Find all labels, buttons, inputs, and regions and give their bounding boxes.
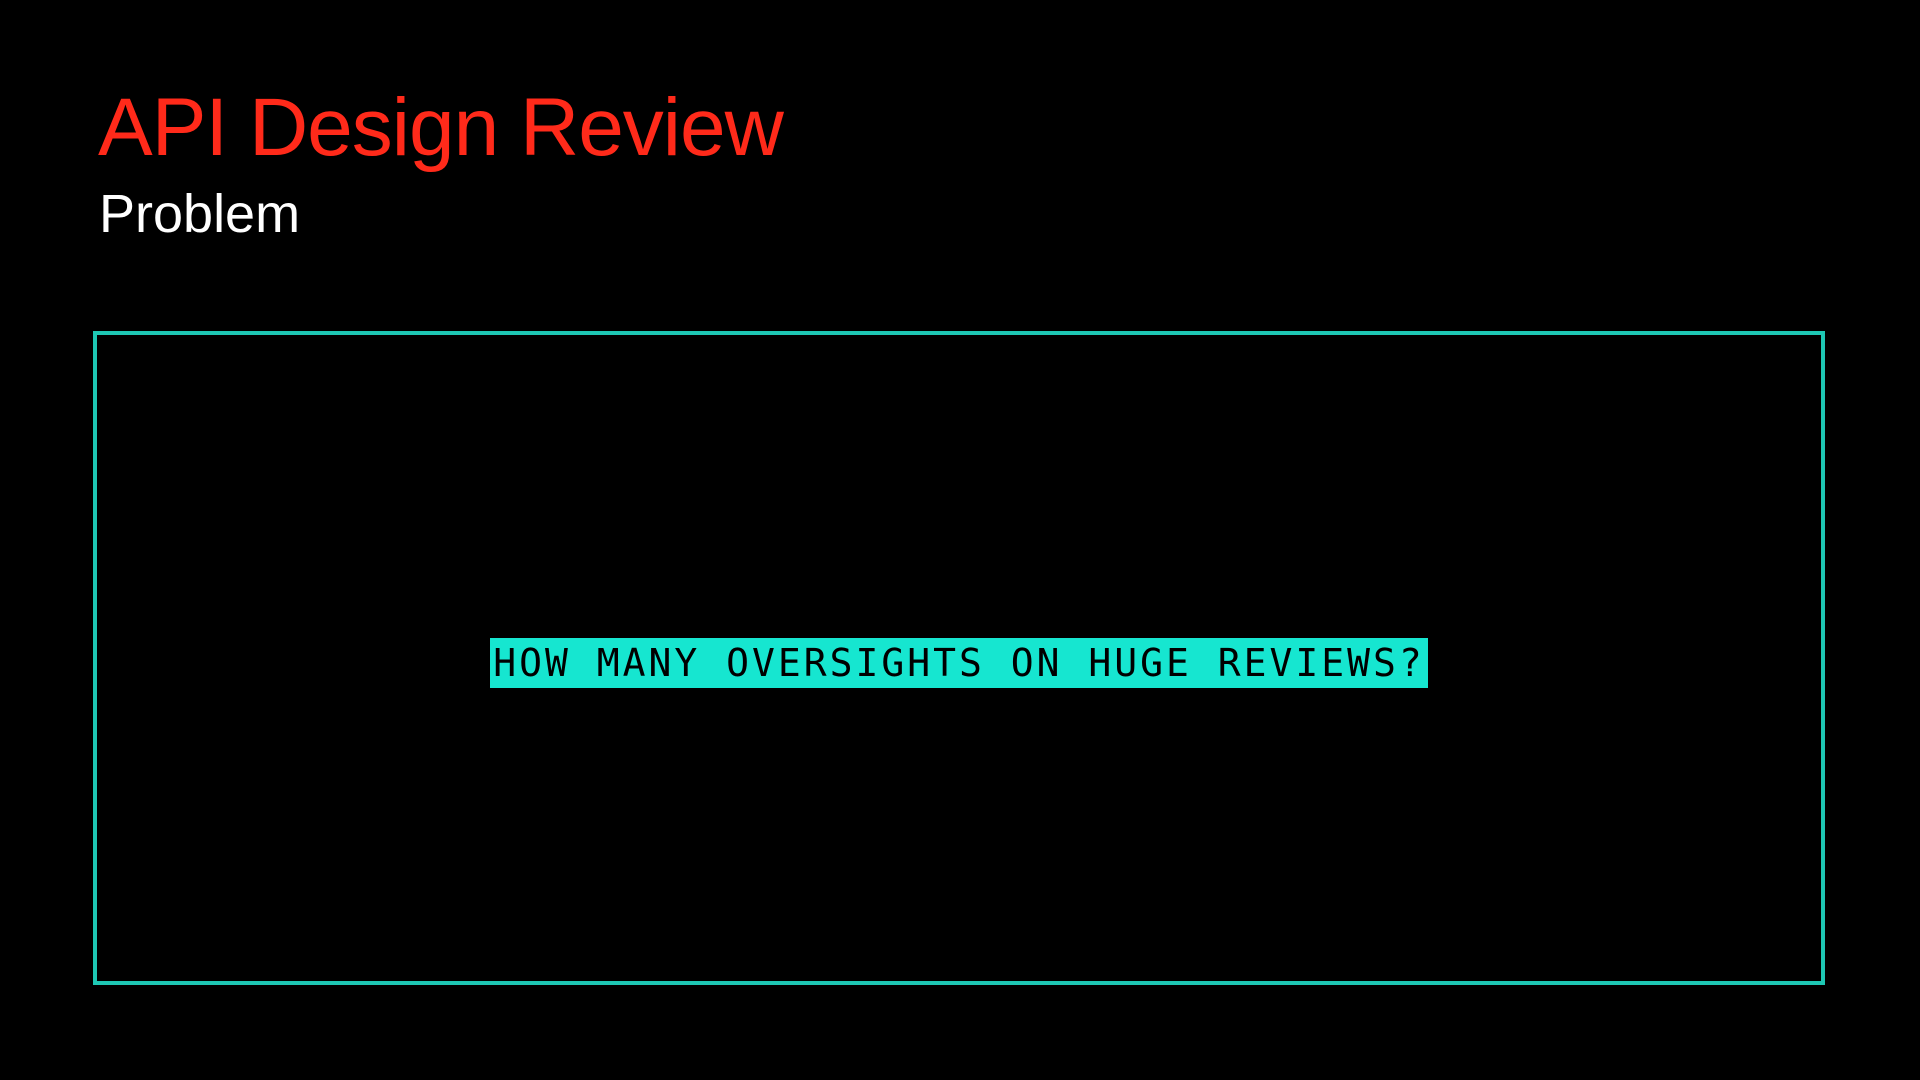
slide-title: API Design Review	[98, 82, 784, 173]
slide: API Design Review Problem HOW MANY OVERS…	[0, 0, 1920, 1080]
content-frame: HOW MANY OVERSIGHTS ON HUGE REVIEWS?	[93, 331, 1825, 985]
highlighted-question: HOW MANY OVERSIGHTS ON HUGE REVIEWS?	[490, 638, 1428, 688]
slide-subtitle: Problem	[99, 184, 301, 244]
